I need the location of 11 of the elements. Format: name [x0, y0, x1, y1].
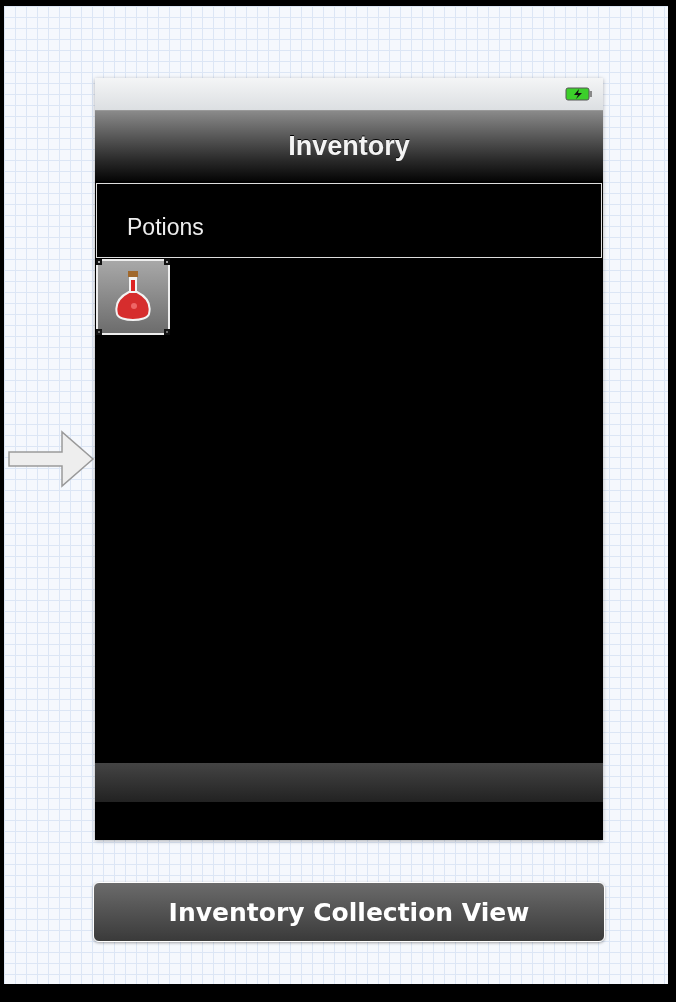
battery-icon: [565, 87, 593, 101]
collection-cell[interactable]: [96, 259, 170, 335]
navigation-title: Inventory: [288, 130, 410, 162]
potion-icon: [114, 270, 152, 324]
section-title: Potions: [127, 214, 204, 241]
segue-arrow-icon: [8, 430, 95, 488]
resize-handle[interactable]: [96, 259, 102, 265]
resize-handle[interactable]: [164, 329, 170, 335]
scene-label[interactable]: Inventory Collection View: [93, 882, 605, 942]
resize-handle[interactable]: [96, 329, 102, 335]
resize-handle[interactable]: [164, 259, 170, 265]
